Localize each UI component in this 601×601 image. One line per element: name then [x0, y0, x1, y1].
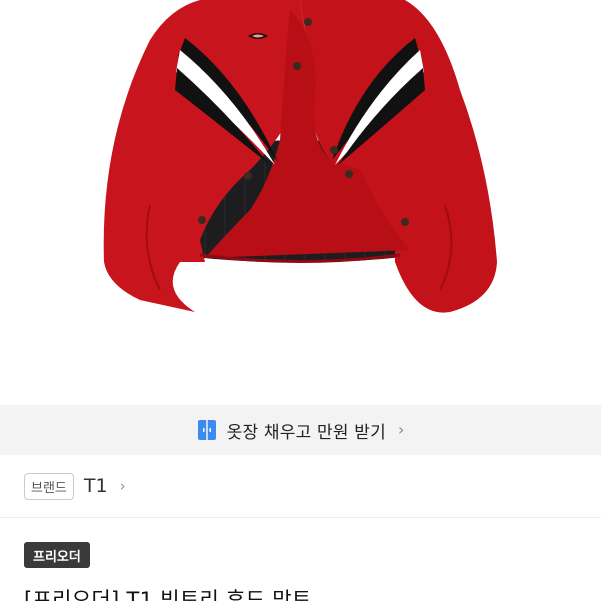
wardrobe-icon	[197, 419, 217, 441]
wardrobe-reward-banner[interactable]: 옷장 채우고 만원 받기 ›	[0, 405, 601, 455]
red-hooded-cape-illustration	[103, 0, 497, 313]
product-title: [프리오더] T1 빅토리 후드 망토	[24, 588, 312, 601]
banner-text: 옷장 채우고 만원 받기	[226, 422, 386, 443]
product-image[interactable]	[0, 0, 601, 404]
brand-tag: 브랜드	[24, 472, 74, 500]
chevron-right-icon: ›	[119, 477, 126, 495]
brand-name[interactable]: T1	[84, 475, 108, 497]
divider	[0, 517, 601, 518]
preorder-badge: 프리오더	[24, 542, 90, 568]
brand-row[interactable]: 브랜드 T1 ›	[24, 472, 126, 500]
chevron-right-icon: ›	[397, 419, 405, 439]
